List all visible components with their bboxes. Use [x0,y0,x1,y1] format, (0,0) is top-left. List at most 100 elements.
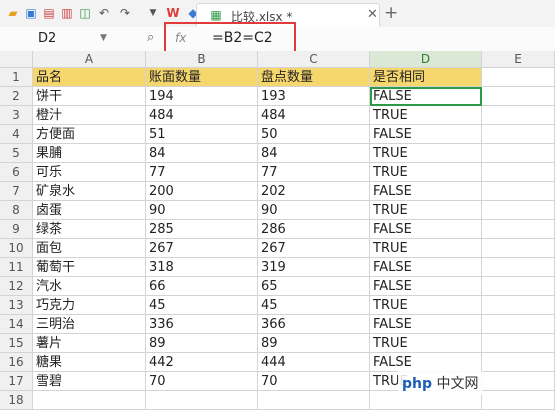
wps-logo-icon[interactable]: W [166,6,180,20]
name-box-dropdown-icon[interactable]: ▼ [100,33,107,43]
cell-a5[interactable]: 果脯 [33,144,146,163]
cell-b5[interactable]: 84 [146,144,258,163]
cell-b9[interactable]: 285 [146,220,258,239]
cell-c13[interactable]: 45 [258,296,370,315]
column-header-a[interactable]: A [33,51,146,68]
row-header[interactable]: 5 [0,144,33,163]
cell-c6[interactable]: 77 [258,163,370,182]
cell-b4[interactable]: 51 [146,125,258,144]
row-header[interactable]: 6 [0,163,33,182]
column-header-b[interactable]: B [146,51,258,68]
select-all-corner[interactable] [0,51,33,68]
cell-d4[interactable]: FALSE [370,125,482,144]
cell-b8[interactable]: 90 [146,201,258,220]
cell-c15[interactable]: 89 [258,334,370,353]
cell-b3[interactable]: 484 [146,106,258,125]
cell-d14[interactable]: FALSE [370,315,482,334]
row-header[interactable]: 1 [0,68,33,87]
cell-a2[interactable]: 饼干 [33,87,146,106]
cell-d5[interactable]: TRUE [370,144,482,163]
cell-e17[interactable] [482,372,555,391]
row-header[interactable]: 12 [0,277,33,296]
cell-e15[interactable] [482,334,555,353]
cell-d16[interactable]: FALSE [370,353,482,372]
cell-d7[interactable]: FALSE [370,182,482,201]
cell-e3[interactable] [482,106,555,125]
cell-b13[interactable]: 45 [146,296,258,315]
cell-e7[interactable] [482,182,555,201]
cell-b10[interactable]: 267 [146,239,258,258]
cell-a7[interactable]: 矿泉水 [33,182,146,201]
cell-d15[interactable]: TRUE [370,334,482,353]
cell-c10[interactable]: 267 [258,239,370,258]
name-box[interactable]: D2 [38,31,56,46]
cell-e13[interactable] [482,296,555,315]
cell-e11[interactable] [482,258,555,277]
column-header-e[interactable]: E [482,51,555,68]
cell-d8[interactable]: TRUE [370,201,482,220]
cell-b15[interactable]: 89 [146,334,258,353]
cell-a18[interactable] [33,391,146,410]
cell-e12[interactable] [482,277,555,296]
cell-d11[interactable]: FALSE [370,258,482,277]
cell-a4[interactable]: 方便面 [33,125,146,144]
save-icon[interactable]: ▣ [24,6,38,20]
cell-e4[interactable] [482,125,555,144]
cell-c11[interactable]: 319 [258,258,370,277]
cell-a15[interactable]: 薯片 [33,334,146,353]
redo-icon[interactable]: ↷ [118,6,132,20]
cell-a1[interactable]: 品名 [33,68,146,87]
row-header[interactable]: 11 [0,258,33,277]
cell-a3[interactable]: 橙汁 [33,106,146,125]
row-header[interactable]: 16 [0,353,33,372]
cell-a17[interactable]: 雪碧 [33,372,146,391]
cell-c5[interactable]: 84 [258,144,370,163]
open-folder-icon[interactable]: ▰ [6,6,20,20]
cell-a11[interactable]: 葡萄干 [33,258,146,277]
cell-b6[interactable]: 77 [146,163,258,182]
cell-e1[interactable] [482,68,555,87]
cell-e16[interactable] [482,353,555,372]
cell-e9[interactable] [482,220,555,239]
cell-d6[interactable]: TRUE [370,163,482,182]
cell-d2[interactable]: FALSE [370,87,482,106]
row-header[interactable]: 9 [0,220,33,239]
cell-c14[interactable]: 366 [258,315,370,334]
cell-d9[interactable]: FALSE [370,220,482,239]
zoom-icon[interactable]: ⌕ [147,30,154,45]
cell-b7[interactable]: 200 [146,182,258,201]
row-header[interactable]: 8 [0,201,33,220]
cell-c2[interactable]: 193 [258,87,370,106]
cell-c9[interactable]: 286 [258,220,370,239]
cell-a9[interactable]: 绿茶 [33,220,146,239]
cell-c1[interactable]: 盘点数量 [258,68,370,87]
cell-e10[interactable] [482,239,555,258]
cell-d10[interactable]: TRUE [370,239,482,258]
row-header[interactable]: 10 [0,239,33,258]
cell-d12[interactable]: FALSE [370,277,482,296]
cell-c7[interactable]: 202 [258,182,370,201]
cell-e18[interactable] [482,391,555,410]
cell-c12[interactable]: 65 [258,277,370,296]
cell-d3[interactable]: TRUE [370,106,482,125]
column-header-c[interactable]: C [258,51,370,68]
cell-b18[interactable] [146,391,258,410]
cell-b11[interactable]: 318 [146,258,258,277]
row-header[interactable]: 3 [0,106,33,125]
cell-b2[interactable]: 194 [146,87,258,106]
cell-c18[interactable] [258,391,370,410]
cell-b17[interactable]: 70 [146,372,258,391]
close-tab-icon[interactable]: ✕ [367,7,378,22]
cell-a14[interactable]: 三明治 [33,315,146,334]
row-header[interactable]: 17 [0,372,33,391]
cell-a12[interactable]: 汽水 [33,277,146,296]
row-header[interactable]: 18 [0,391,33,410]
cell-e2[interactable] [482,87,555,106]
cell-c16[interactable]: 444 [258,353,370,372]
cell-e5[interactable] [482,144,555,163]
cell-b1[interactable]: 账面数量 [146,68,258,87]
cell-c17[interactable]: 70 [258,372,370,391]
cell-c4[interactable]: 50 [258,125,370,144]
cell-e14[interactable] [482,315,555,334]
row-header[interactable]: 4 [0,125,33,144]
